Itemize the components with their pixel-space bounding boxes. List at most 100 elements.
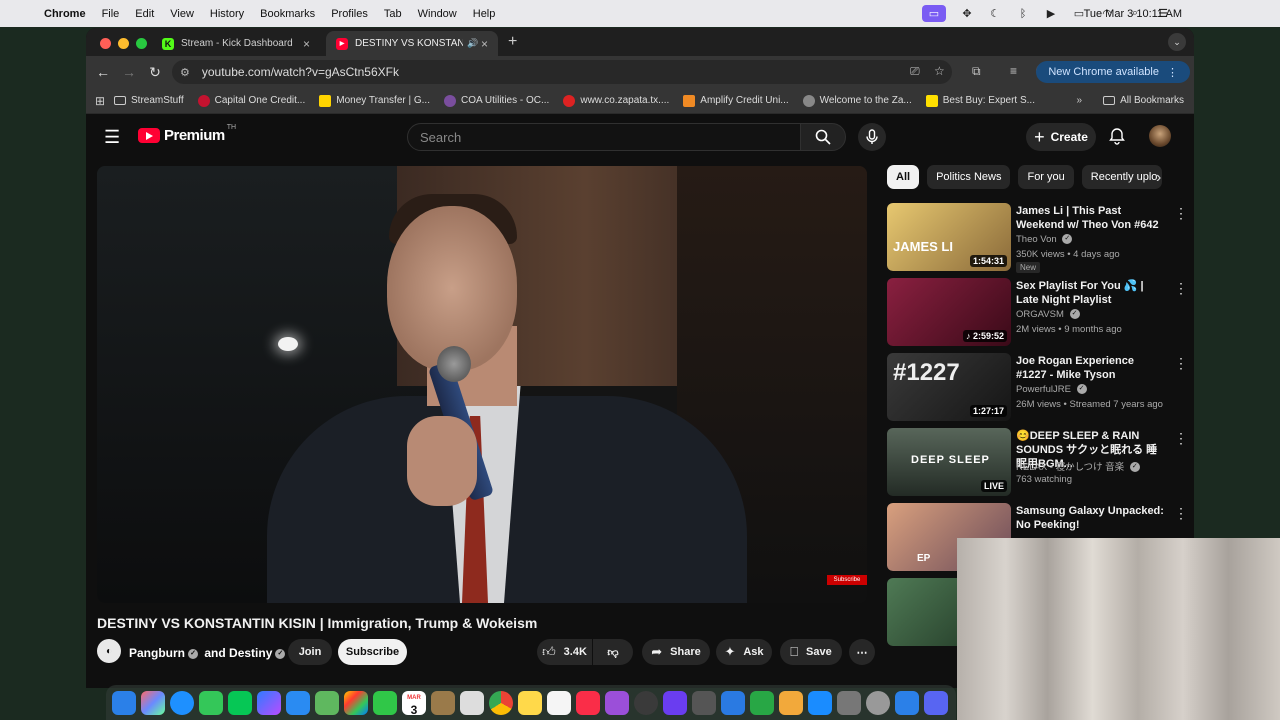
imovie-icon[interactable] [663,690,687,715]
list-item[interactable]: JAMES LI 1:54:31 James Li | This Past We… [887,201,1188,276]
calendar-icon[interactable]: MAR 3 [402,690,426,716]
tab-search-chevron-icon[interactable]: ⌄ [1168,33,1186,51]
screen-record-icon[interactable]: ▭ [922,5,946,22]
video-thumbnail[interactable]: DEEP SLEEP LIVE [887,428,1011,496]
join-button[interactable]: Join [288,639,332,665]
rec-more-icon[interactable]: ⋮ [1174,280,1188,297]
line-icon[interactable] [228,690,252,715]
obs-icon[interactable] [634,690,658,715]
bookmark-zapata[interactable]: www.co.zapata.tx.... [563,94,669,107]
extensions-puzzle-icon[interactable]: ⧉ [972,64,981,79]
save-button[interactable]: ⎕ Save [780,639,842,665]
finder-icon[interactable] [112,690,136,715]
ask-button[interactable]: ✦ Ask [716,639,772,665]
chrome-menu-icon[interactable]: ⋮ [1167,66,1178,79]
mail-icon[interactable] [286,690,310,715]
chip-all[interactable]: All [887,165,920,189]
channel-avatar[interactable]: ◐ [97,639,121,663]
numbers-icon[interactable] [750,690,774,715]
like-button[interactable]: 👍︎ 3.4K [537,639,592,665]
contacts-icon[interactable] [431,690,455,715]
menu-clock[interactable]: Tue Mar 3 10:11 AM [1084,8,1182,20]
menu-view[interactable]: View [162,8,202,20]
chip-politics-news[interactable]: Politics News [927,165,1011,189]
podcasts-icon[interactable] [605,690,629,715]
safari-icon[interactable] [170,690,194,715]
system-settings-icon[interactable] [866,690,890,715]
video-thumbnail[interactable]: JAMES LI 1:54:31 [887,203,1011,271]
menu-window[interactable]: Window [410,8,465,20]
reload-icon[interactable]: ↻ [142,64,168,81]
search-input[interactable]: Search [407,123,801,151]
bluetooth-icon[interactable]: ᛒ [1016,8,1030,20]
share-button[interactable]: ➦ Share [642,639,710,665]
bookmark-amplify[interactable]: Amplify Credit Uni... [683,94,789,107]
tab-close-icon[interactable]: × [481,37,488,51]
zoom-window-button[interactable] [136,38,147,49]
reading-list-icon[interactable]: ≡ [1010,64,1017,78]
channel-name-destiny[interactable]: Destiny [229,646,272,660]
tab-youtube-video[interactable]: ▶ DESTINY VS KONSTANTIN 🔊 × [326,31,498,56]
tab-close-icon[interactable]: × [303,37,310,51]
rec-more-icon[interactable]: ⋮ [1174,430,1188,447]
play-circle-icon[interactable]: ▶ [1044,8,1058,20]
chip-recently-uploaded[interactable]: Recently uplo [1081,165,1162,189]
minimize-window-button[interactable] [118,38,129,49]
channel-names[interactable]: Pangburn ✓ and Destiny ✓ [129,646,288,660]
more-actions-icon[interactable]: ⋯ [849,639,875,665]
rec-title[interactable]: James Li | This Past Weekend w/ Theo Von… [1016,204,1164,232]
close-window-button[interactable] [100,38,111,49]
rec-more-icon[interactable]: ⋮ [1174,205,1188,222]
chevron-right-icon[interactable]: › [1156,169,1161,187]
account-avatar[interactable] [1149,125,1171,147]
maps-icon[interactable] [315,690,339,715]
list-item[interactable]: #1227 1:27:17 Joe Rogan Experience #1227… [887,351,1188,426]
bookmark-coa-utilities[interactable]: COA Utilities - OC... [443,94,549,107]
rec-channel[interactable]: Theo Von ✓ [1016,234,1075,245]
url-text[interactable]: youtube.com/watch?v=gAsCtn56XFk [202,65,399,79]
tab-kick-dashboard[interactable]: K Stream - Kick Dashboard × [152,31,320,56]
site-info-icon[interactable]: ⚙ [180,66,190,79]
preview-icon[interactable] [692,690,716,715]
menu-help[interactable]: Help [465,8,504,20]
keynote-icon[interactable] [721,690,745,715]
discord-icon[interactable] [924,690,948,715]
facetime-icon[interactable] [373,690,397,715]
menu-app-name[interactable]: Chrome [36,8,94,20]
forward-arrow-icon[interactable]: → [116,64,142,80]
subscribe-button[interactable]: Subscribe [338,639,407,665]
reminders-icon[interactable] [460,690,484,715]
channel-name-pangburn[interactable]: Pangburn [129,646,185,660]
menu-edit[interactable]: Edit [127,8,162,20]
bookmark-best-buy[interactable]: Best Buy: Expert S... [925,94,1035,107]
cast-icon[interactable]: ⎚ [910,64,920,79]
bookmark-welcome[interactable]: Welcome to the Za... [802,94,912,107]
freeform-icon[interactable] [547,690,571,715]
dropbox-icon[interactable]: ✥ [960,8,974,20]
pages-icon[interactable] [779,690,803,715]
bookmark-star-icon[interactable]: ☆ [934,64,945,78]
apps-grid-icon[interactable]: ⊞ [86,94,114,108]
rec-channel[interactable]: ORGAVSM ✓ [1016,309,1083,320]
audio-playing-icon[interactable]: 🔊 [467,38,478,49]
dislike-button[interactable]: 👎︎ [593,639,633,665]
new-tab-icon[interactable]: + [508,33,517,51]
voice-search-button[interactable] [858,123,886,151]
chrome-icon[interactable] [489,690,513,715]
menu-file[interactable]: File [94,8,128,20]
list-item[interactable]: ♪ 2:59:52 Sex Playlist For You 💦 | Late … [887,276,1188,351]
all-bookmarks-button[interactable]: All Bookmarks [1103,95,1184,106]
music-icon[interactable] [576,690,600,715]
bookmark-capital-one[interactable]: Capital One Credit... [197,94,305,107]
chip-for-you[interactable]: For you [1018,165,1074,189]
menu-bookmarks[interactable]: Bookmarks [252,8,323,20]
downloads-folder-icon[interactable] [895,690,919,715]
address-bar[interactable]: ⚙ youtube.com/watch?v=gAsCtn56XFk ⎚ ☆ [172,60,952,84]
notes-icon[interactable] [518,690,542,715]
photos-icon[interactable] [344,690,368,715]
new-chrome-available-button[interactable]: New Chrome available ⋮ [1036,61,1190,83]
app-store-icon[interactable] [808,690,832,715]
launchpad-icon[interactable] [141,690,165,715]
menu-profiles[interactable]: Profiles [323,8,376,20]
rec-title[interactable]: Samsung Galaxy Unpacked: No Peeking! [1016,504,1164,532]
